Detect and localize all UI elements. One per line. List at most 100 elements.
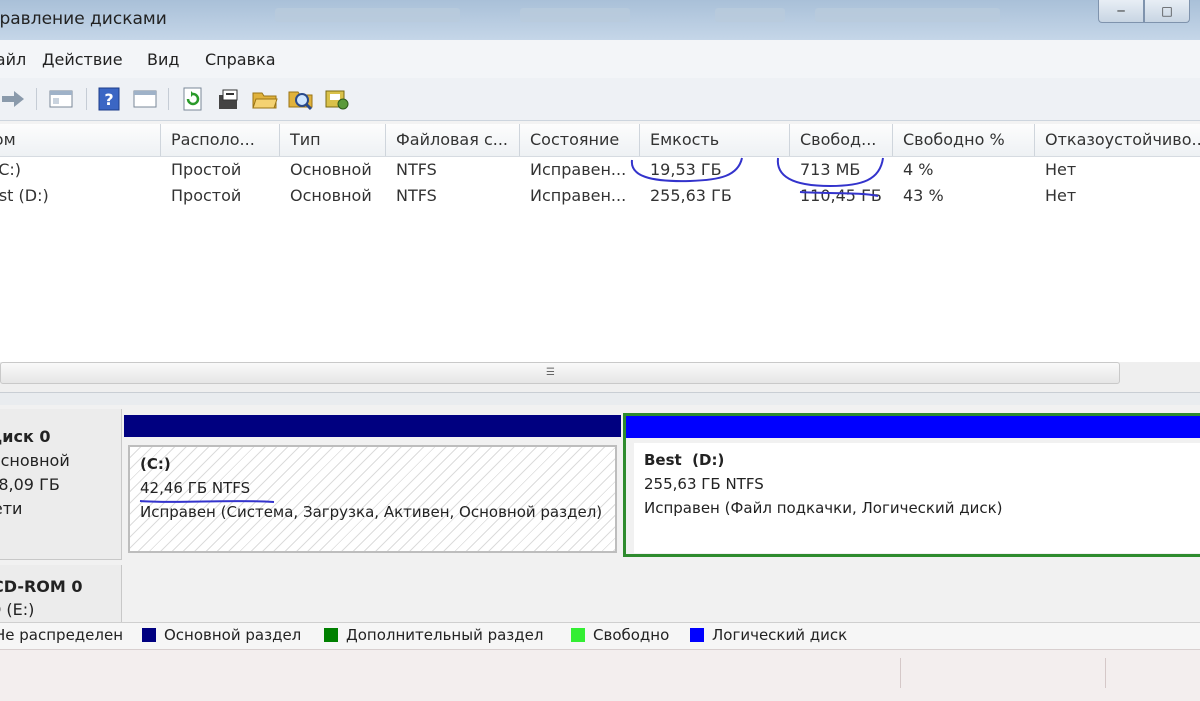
pane-splitter[interactable] — [0, 392, 1200, 406]
legend-label: Дополнительный раздел — [346, 626, 544, 644]
disk-settings-button[interactable] — [324, 86, 350, 112]
console-tree-button[interactable] — [48, 86, 74, 112]
cdrom0-info[interactable]: CD-ROM 0 DVD (E:) — [0, 565, 122, 623]
toolbar-separator — [168, 88, 169, 110]
cdrom0-label: CD-ROM 0 — [0, 577, 83, 596]
menu-view[interactable]: Вид — [147, 50, 179, 69]
minimize-button[interactable]: ─ — [1098, 0, 1144, 23]
volume-filesystem: NTFS — [396, 186, 437, 205]
volume-fault-tolerance: Нет — [1045, 160, 1077, 179]
window-button[interactable] — [132, 86, 158, 112]
disk-map-pane: Диск 0 Основной 298,09 ГБ В сети (C:) 42… — [0, 405, 1200, 623]
column-header-volume[interactable]: Том — [0, 124, 161, 156]
background-taskbar-item — [520, 8, 630, 22]
volume-status: Исправен... — [530, 160, 627, 179]
open-folder-button[interactable] — [252, 86, 278, 112]
disk0-info[interactable]: Диск 0 Основной 298,09 ГБ В сети — [0, 409, 122, 560]
disk0-state: В сети — [0, 499, 23, 518]
volume-layout: Простой — [171, 186, 242, 205]
column-header-free-percent[interactable]: Свободно % — [893, 124, 1035, 156]
volume-row[interactable]: (C:) Простой Основной NTFS Исправен... 1… — [0, 157, 1200, 183]
menu-action[interactable]: Действие — [42, 50, 123, 69]
properties-button[interactable] — [216, 86, 242, 112]
background-taskbar-item — [715, 8, 785, 22]
title-bar: Управление дисками ─ □ — [0, 0, 1200, 41]
legend-label: Свободно — [593, 626, 670, 644]
volume-free: 110,45 ГБ — [800, 186, 882, 205]
volume-filesystem: NTFS — [396, 160, 437, 179]
partition-d-name: Best (D:) — [644, 451, 725, 469]
legend-swatch — [571, 628, 585, 642]
legend-item-extended: Дополнительный раздел — [324, 626, 543, 644]
toolbar-separator — [36, 88, 37, 110]
partition-d-body: Best (D:) 255,63 ГБ NTFS Исправен (Файл … — [634, 443, 1200, 553]
partition-d-size: 255,63 ГБ NTFS — [644, 475, 764, 493]
legend-item-free: Свободно — [571, 626, 669, 644]
background-taskbar-item — [815, 8, 1000, 22]
partition-d[interactable]: Best (D:) 255,63 ГБ NTFS Исправен (Файл … — [623, 413, 1200, 557]
handwritten-underline — [139, 500, 275, 503]
column-header-filesystem[interactable]: Файловая с... — [386, 124, 520, 156]
volume-capacity: 255,63 ГБ — [650, 186, 732, 205]
legend-label: Основной раздел — [164, 626, 302, 644]
minimize-icon: ─ — [1117, 4, 1125, 18]
scrollbar-grip-icon: ☰ — [546, 367, 555, 378]
volume-name: (C:) — [0, 160, 22, 179]
refresh-button[interactable] — [180, 86, 206, 112]
cdrom0-type: DVD (E:) — [0, 600, 35, 619]
disk-settings-icon — [325, 90, 349, 110]
column-header-free[interactable]: Свобод... — [790, 124, 893, 156]
legend-swatch — [142, 628, 156, 642]
explore-icon — [288, 91, 313, 111]
help-button[interactable]: ? — [96, 86, 122, 112]
toolbar: ? — [0, 78, 1200, 121]
window-title: Управление дисками — [0, 9, 167, 29]
column-header-type[interactable]: Тип — [280, 124, 386, 156]
disk0-label: Диск 0 — [0, 427, 51, 446]
toolbar-separator — [86, 88, 87, 110]
menu-bar: Файл Действие Вид Справка — [0, 40, 1200, 79]
disk0-size: 298,09 ГБ — [0, 475, 60, 494]
menu-help[interactable]: Справка — [205, 50, 276, 69]
volume-name: Best (D:) — [0, 186, 49, 205]
volume-list: Том Располо... Тип Файловая с... Состоян… — [0, 124, 1200, 364]
forward-arrow-icon — [2, 91, 24, 107]
partition-c-name: (C:) — [140, 455, 171, 473]
menu-file[interactable]: Файл — [0, 50, 26, 69]
refresh-icon — [183, 87, 202, 111]
status-separator — [1105, 658, 1106, 688]
disk0-type: Основной — [0, 451, 70, 470]
legend-swatch — [690, 628, 704, 642]
legend: Не распределен Основной раздел Дополните… — [0, 622, 1200, 649]
maximize-icon: □ — [1161, 4, 1173, 18]
horizontal-scrollbar[interactable]: ☰ — [0, 362, 1120, 384]
legend-label: Не распределен — [0, 626, 124, 644]
legend-item-unallocated: Не распределен — [0, 626, 123, 644]
legend-label: Логический диск — [712, 626, 848, 644]
volume-row[interactable]: Best (D:) Простой Основной NTFS Исправен… — [0, 183, 1200, 209]
column-header-fault-tolerance[interactable]: Отказоустойчиво... — [1035, 124, 1200, 156]
status-separator — [900, 658, 901, 688]
partition-c[interactable]: (C:) 42,46 ГБ NTFS Исправен (Система, За… — [124, 415, 621, 555]
maximize-button[interactable]: □ — [1144, 0, 1190, 23]
volume-type: Основной — [290, 160, 372, 179]
column-header-status[interactable]: Состояние — [520, 124, 640, 156]
column-header-layout[interactable]: Располо... — [161, 124, 280, 156]
properties-icon — [219, 89, 238, 109]
legend-item-primary: Основной раздел — [142, 626, 301, 644]
volume-layout: Простой — [171, 160, 242, 179]
volume-fault-tolerance: Нет — [1045, 186, 1077, 205]
forward-button[interactable] — [0, 86, 26, 112]
svg-text:?: ? — [104, 90, 113, 109]
legend-swatch — [324, 628, 338, 642]
status-bar — [0, 649, 1200, 701]
volume-list-header: Том Располо... Тип Файловая с... Состоян… — [0, 124, 1200, 157]
explore-button[interactable] — [288, 86, 314, 112]
column-header-capacity[interactable]: Емкость — [640, 124, 790, 156]
partition-d-status: Исправен (Файл подкачки, Логический диск… — [644, 499, 1003, 517]
open-folder-icon — [252, 92, 278, 109]
partition-c-size: 42,46 ГБ NTFS — [140, 479, 251, 497]
partition-c-status: Исправен (Система, Загрузка, Активен, Ос… — [140, 503, 603, 521]
window-icon — [133, 90, 157, 108]
window-controls: ─ □ — [1098, 0, 1190, 23]
